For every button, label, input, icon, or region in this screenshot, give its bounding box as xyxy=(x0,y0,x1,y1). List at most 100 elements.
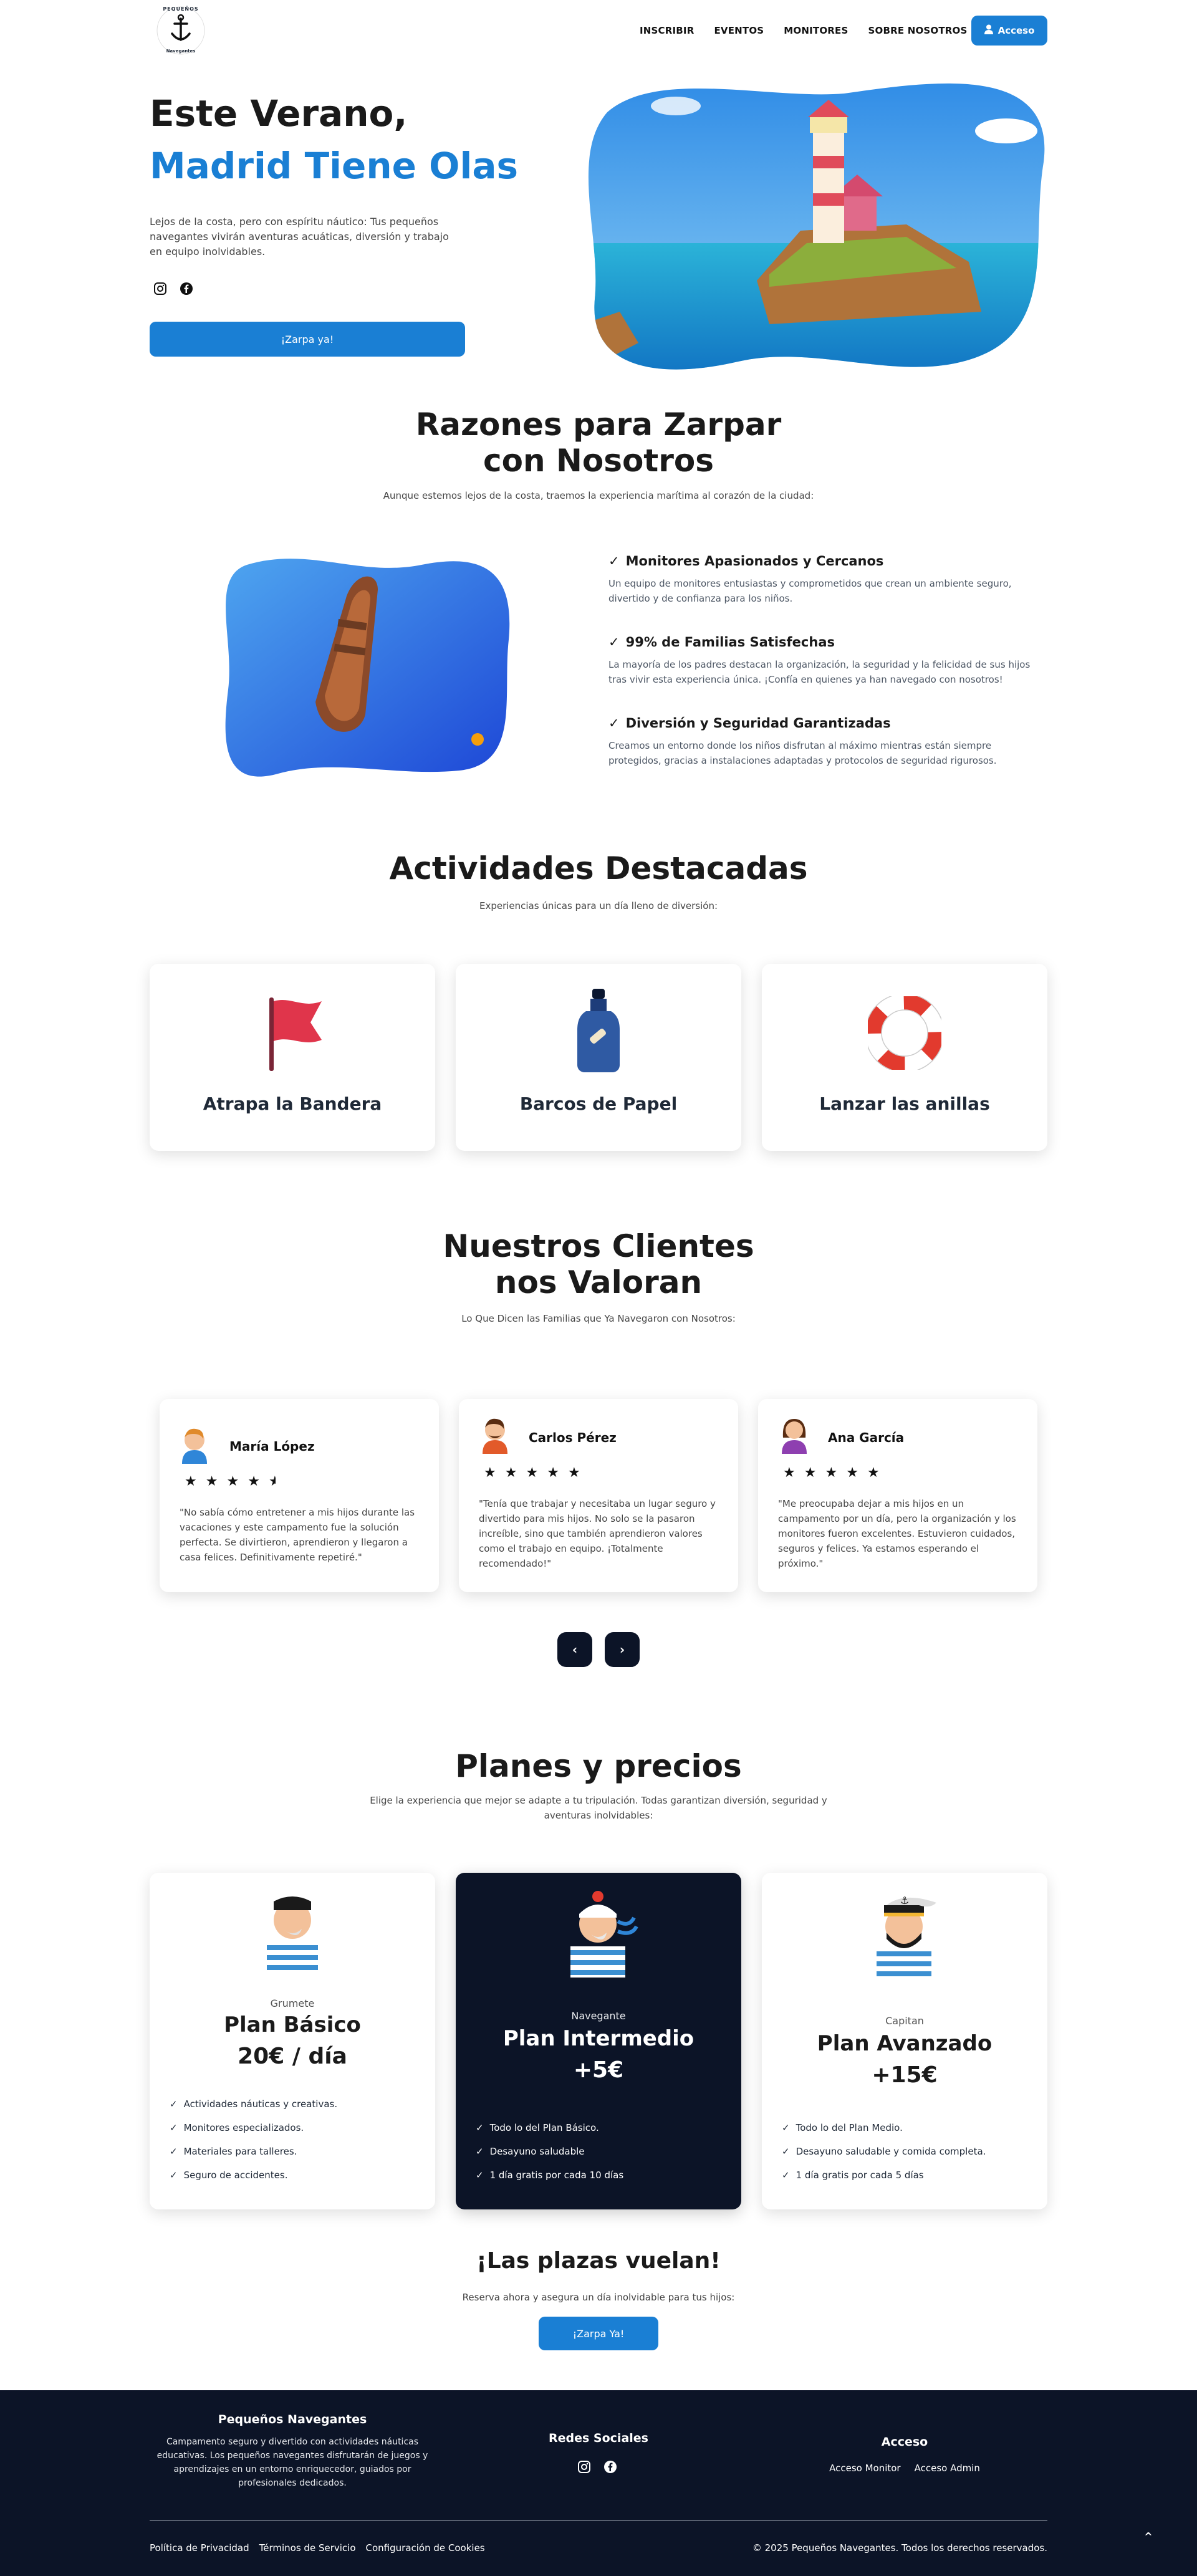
rating-stars: ★ ★ ★ ★ ★ xyxy=(783,1465,880,1481)
reviews-section: Nuestros Clientes nos Valoran Lo Que Dic… xyxy=(0,1222,1197,1683)
review-card-2: Carlos Pérez ★ ★ ★ ★ ★ "Tenía que trabajar y… xyxy=(459,1399,738,1592)
activity-title-3: Lanzar las anillas xyxy=(819,1093,990,1114)
star-icon: ★ xyxy=(804,1465,817,1481)
reason-text-1: Un equipo de monitores entusiastas y com… xyxy=(608,578,1012,604)
plan-feature-text: Materiales para talleres. xyxy=(183,2146,297,2157)
login-button[interactable]: Acceso xyxy=(971,16,1047,46)
reason-title-text-2: 99% de Familias Satisfechas xyxy=(625,635,835,650)
plan-rank-2: Navegante xyxy=(571,2010,626,2022)
check-icon: ✓ xyxy=(608,635,620,650)
plan-feature: ✓ Todo lo del Plan Medio. xyxy=(782,2122,986,2133)
star-icon: ★ xyxy=(567,1465,580,1481)
site-header: PEQUEÑOS Navegantes INSCRIBIR EVENTOS MO… xyxy=(0,0,1197,62)
nav-eventos[interactable]: EVENTOS xyxy=(714,25,764,36)
activities-subtitle: Experiencias únicas para un día lleno de… xyxy=(479,900,718,911)
star-icon: ★ xyxy=(484,1465,496,1481)
reason-text-3: Creamos un entorno donde los niños disfr… xyxy=(608,740,997,766)
check-icon: ✓ xyxy=(782,2170,790,2181)
scroll-top-button[interactable]: ^ xyxy=(1133,2521,1163,2551)
nav-inscribir[interactable]: INSCRIBIR xyxy=(640,25,694,36)
logo-text-top: PEQUEÑOS xyxy=(163,6,199,12)
activity-card-2[interactable]: Barcos de Papel xyxy=(456,964,741,1151)
footer-brand-title: Pequeños Navegantes xyxy=(218,2413,367,2426)
logo[interactable]: PEQUEÑOS Navegantes xyxy=(156,5,206,56)
star-icon: ★ xyxy=(547,1465,559,1481)
access-admin-link[interactable]: Acceso Admin xyxy=(915,2463,980,2474)
review-card-3: Ana García ★ ★ ★ ★ ★ "Me preocupaba dejar a … xyxy=(758,1399,1037,1592)
carousel-next-button[interactable]: › xyxy=(605,1632,640,1667)
plan-card-intermediate[interactable]: Navegante Plan Intermedio +5€ ✓ Todo lo d… xyxy=(456,1873,741,2209)
footer-social-icons xyxy=(577,2460,617,2476)
hero-section: Este Verano, Madrid Tiene Olas Lejos de … xyxy=(0,62,1197,374)
access-monitor-link[interactable]: Acceso Monitor xyxy=(829,2463,901,2474)
review-text-2: "Tenía que trabajar y necesitaba un luga… xyxy=(479,1498,716,1569)
plan-features-1: ✓ Actividades náuticas y creativas. ✓ Moni… xyxy=(170,2098,337,2193)
hero-title-line1: Este Verano, xyxy=(150,92,408,135)
avatar xyxy=(176,1424,213,1466)
carousel-prev-button[interactable]: ‹ xyxy=(557,1632,592,1667)
footer-social-title: Redes Sociales xyxy=(549,2431,648,2445)
facebook-icon[interactable] xyxy=(603,2460,617,2476)
cta-subtitle: Reserva ahora y asegura un día inolvidab… xyxy=(462,2292,735,2303)
lighthouse-image xyxy=(588,83,1045,370)
nav-sobre-nosotros[interactable]: SOBRE NOSOTROS xyxy=(868,25,968,36)
check-icon: ✓ xyxy=(476,2146,484,2157)
cta-title: ¡Las plazas vuelan! xyxy=(476,2248,721,2274)
plan-feature: ✓ Actividades náuticas y creativas. xyxy=(170,2098,337,2110)
plan-card-advanced[interactable]: ⚓ Capitan Plan Avanzado +15€ ✓ Todo lo de… xyxy=(762,1873,1047,2209)
footer-brand-text: Campamento seguro y divertido con activi… xyxy=(156,2437,428,2488)
privacy-link[interactable]: Política de Privacidad xyxy=(150,2542,249,2554)
plan-card-basic[interactable]: Grumete Plan Básico 20€ / día ✓ Actividad… xyxy=(150,1873,435,2209)
plan-feature: ✓ 1 día gratis por cada 5 días xyxy=(782,2170,986,2181)
cta-button-label: ¡Zarpa Ya! xyxy=(572,2327,625,2340)
check-icon: ✓ xyxy=(170,2146,178,2157)
review-text-3: "Me preocupaba dejar a mis hijos en un c… xyxy=(778,1498,1016,1569)
plan-feature-text: Actividades náuticas y creativas. xyxy=(183,2098,338,2110)
star-icon: ★ xyxy=(867,1465,880,1481)
chevron-left-icon: ‹ xyxy=(572,1642,578,1657)
plan-feature-text: Monitores especializados. xyxy=(183,2122,304,2133)
hero-cta-button[interactable]: ¡Zarpa ya! xyxy=(150,322,465,357)
plan-features-3: ✓ Todo lo del Plan Medio. ✓ Desayuno salud… xyxy=(782,2122,986,2193)
plan-feature-text: Desayuno saludable xyxy=(489,2146,585,2157)
lighthouse-illustration xyxy=(582,75,1047,372)
main-nav: INSCRIBIR EVENTOS MONITORES SOBRE NOSOTR… xyxy=(640,25,968,36)
review-name-3: Ana García xyxy=(828,1430,905,1445)
plan-price-1: 20€ / día xyxy=(238,2044,347,2069)
hero-title-line2: Madrid Tiene Olas xyxy=(150,145,519,187)
check-icon: ✓ xyxy=(476,2170,484,2181)
activities-section: Actividades Destacadas Experiencias únic… xyxy=(0,842,1197,1166)
footer-legal-links: Política de Privacidad Términos de Servi… xyxy=(150,2542,485,2554)
cookies-link[interactable]: Configuración de Cookies xyxy=(366,2542,485,2554)
review-card-1: María López ★ ★ ★ ★ ★ "No sabía cómo entrete… xyxy=(160,1399,439,1592)
svg-text:⚓: ⚓ xyxy=(900,1895,909,1906)
instagram-icon[interactable] xyxy=(153,282,167,298)
plans-section: Planes y precios Elige la experiencia qu… xyxy=(0,1739,1197,2213)
plan-feature-text: Seguro de accidentes. xyxy=(183,2170,288,2181)
star-icon: ★ xyxy=(226,1474,239,1489)
reasons-subtitle: Aunque estemos lejos de la costa, traemo… xyxy=(383,490,814,501)
check-icon: ✓ xyxy=(170,2170,178,2181)
activity-card-3[interactable]: Lanzar las anillas xyxy=(762,964,1047,1151)
plan-feature-text: 1 día gratis por cada 5 días xyxy=(796,2170,924,2181)
reason-title-text-3: Diversión y Seguridad Garantizadas xyxy=(625,716,891,731)
plan-feature: ✓ 1 día gratis por cada 10 días xyxy=(476,2170,623,2181)
login-label: Acceso xyxy=(998,25,1035,36)
facebook-icon[interactable] xyxy=(180,282,193,298)
plan-feature: ✓ Todo lo del Plan Básico. xyxy=(476,2122,623,2133)
reason-item-2: ✓ 99% de Familias Satisfechas La mayoría … xyxy=(608,635,1047,687)
flag-icon xyxy=(269,997,322,1071)
star-icon: ★ xyxy=(248,1474,260,1489)
cta-button[interactable]: ¡Zarpa Ya! xyxy=(539,2317,658,2350)
terms-link[interactable]: Términos de Servicio xyxy=(259,2542,356,2554)
activity-card-1[interactable]: Atrapa la Bandera xyxy=(150,964,435,1151)
footer-divider xyxy=(150,2520,1047,2521)
star-icon: ★ xyxy=(185,1474,197,1489)
check-icon: ✓ xyxy=(476,2122,484,2133)
reasons-title: Razones para Zarpar con Nosotros xyxy=(415,406,782,479)
plan-feature-text: Desayuno saludable y comida completa. xyxy=(796,2146,986,2157)
instagram-icon[interactable] xyxy=(577,2460,591,2476)
star-icon: ★ xyxy=(825,1465,838,1481)
star-icon: ★ xyxy=(846,1465,858,1481)
nav-monitores[interactable]: MONITORES xyxy=(784,25,848,36)
